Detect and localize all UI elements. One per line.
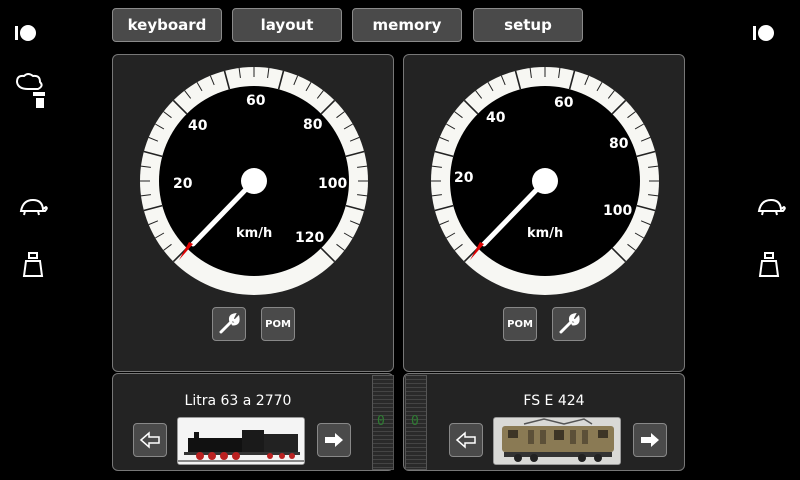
tick-label: 40 bbox=[188, 118, 208, 134]
needle-hub bbox=[241, 168, 267, 194]
tick-label: 80 bbox=[303, 117, 323, 133]
turtle-icon[interactable] bbox=[18, 198, 48, 216]
speed-unit-label: km/h bbox=[236, 226, 272, 241]
weight-icon[interactable] bbox=[22, 252, 44, 278]
arrow-right-icon bbox=[325, 433, 343, 447]
tick-label: 40 bbox=[486, 110, 506, 126]
speedometer-left[interactable]: 20 40 60 80 100 120 km/h bbox=[113, 55, 395, 373]
arrow-left-icon bbox=[139, 431, 160, 449]
next-loco-button[interactable] bbox=[633, 423, 667, 457]
speed-step-value: 0 bbox=[377, 414, 385, 429]
power-icon[interactable] bbox=[752, 22, 776, 44]
keyboard-button[interactable]: keyboard bbox=[112, 8, 222, 42]
setup-button[interactable]: setup bbox=[473, 8, 583, 42]
speedometer-right[interactable]: 20 40 60 80 100 km/h bbox=[404, 55, 686, 373]
memory-button[interactable]: memory bbox=[352, 8, 462, 42]
tick-label: 100 bbox=[603, 203, 632, 219]
loco-panel-left: Litra 63 a 2770 0 bbox=[112, 373, 394, 471]
wrench-icon bbox=[559, 313, 580, 334]
arrow-right-icon bbox=[641, 433, 659, 447]
tick-label: 60 bbox=[554, 95, 574, 111]
smoke-icon[interactable] bbox=[14, 72, 48, 110]
speed-step-value: 0 bbox=[411, 414, 419, 429]
wrench-icon bbox=[219, 313, 240, 334]
tick-label: 20 bbox=[173, 176, 193, 192]
pom-button[interactable]: POM bbox=[503, 307, 537, 341]
throttle-panel-right: 20 40 60 80 100 km/h POM bbox=[403, 54, 685, 372]
arrow-left-icon bbox=[455, 431, 476, 449]
turtle-icon[interactable] bbox=[756, 198, 786, 216]
next-loco-button[interactable] bbox=[317, 423, 351, 457]
loco-image[interactable] bbox=[177, 417, 305, 465]
needle-hub bbox=[532, 168, 558, 194]
prev-loco-button[interactable] bbox=[133, 423, 167, 457]
pom-button[interactable]: POM bbox=[261, 307, 295, 341]
power-icon[interactable] bbox=[14, 22, 38, 44]
loco-name: FS E 424 bbox=[523, 393, 585, 409]
tick-label: 120 bbox=[295, 230, 324, 246]
loco-name: Litra 63 a 2770 bbox=[184, 393, 292, 409]
tick-label: 80 bbox=[609, 136, 629, 152]
loco-panel-right: 0 FS E 424 bbox=[403, 373, 685, 471]
settings-wrench-button[interactable] bbox=[212, 307, 246, 341]
settings-wrench-button[interactable] bbox=[552, 307, 586, 341]
speed-unit-label: km/h bbox=[527, 226, 563, 241]
tick-label: 20 bbox=[454, 170, 474, 186]
weight-icon[interactable] bbox=[758, 252, 780, 278]
electric-locomotive-image bbox=[494, 418, 620, 464]
throttle-panel-left: 20 40 60 80 100 120 km/h POM bbox=[112, 54, 394, 372]
prev-loco-button[interactable] bbox=[449, 423, 483, 457]
loco-image[interactable] bbox=[493, 417, 621, 465]
layout-button[interactable]: layout bbox=[232, 8, 342, 42]
tick-label: 100 bbox=[318, 176, 347, 192]
tick-label: 60 bbox=[246, 93, 266, 109]
steam-locomotive-image bbox=[178, 418, 304, 464]
